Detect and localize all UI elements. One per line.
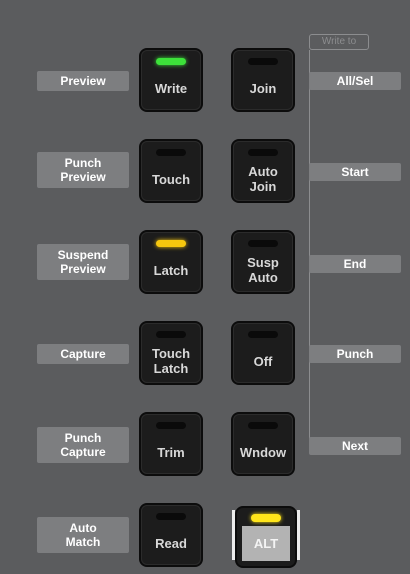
write-button[interactable]: Write: [141, 50, 201, 110]
label-punch-capture: Punch Capture: [37, 427, 129, 463]
alt-button-label: ALT: [242, 526, 290, 561]
write-led-icon: [156, 58, 186, 65]
alt-button[interactable]: ALT: [237, 508, 295, 566]
write-to-all-sel-button[interactable]: All/Sel: [309, 72, 401, 90]
touch-button[interactable]: Touch: [141, 141, 201, 201]
auto-join-led-icon: [248, 149, 278, 156]
off-button-label: Off: [253, 353, 273, 369]
write-to-punch-button[interactable]: Punch: [309, 345, 401, 363]
write-to-header: Write to: [309, 34, 369, 50]
automation-panel: Preview Punch Preview Suspend Preview Ca…: [0, 0, 410, 574]
write-to-end-button[interactable]: End: [309, 255, 401, 273]
trim-button[interactable]: Trim: [141, 414, 201, 474]
touch-latch-led-icon: [156, 331, 186, 338]
latch-button[interactable]: Latch: [141, 232, 201, 292]
trim-button-label: Trim: [157, 444, 185, 460]
wndow-led-icon: [248, 422, 278, 429]
touch-latch-button-label: Touch Latch: [151, 346, 191, 376]
susp-auto-button-label: Susp Auto: [247, 255, 279, 285]
label-capture: Capture: [37, 344, 129, 364]
label-preview: Preview: [37, 71, 129, 91]
auto-join-button[interactable]: Auto Join: [233, 141, 293, 201]
touch-led-icon: [156, 149, 186, 156]
susp-auto-led-icon: [248, 240, 278, 247]
alt-led-icon: [251, 514, 281, 522]
susp-auto-button[interactable]: Susp Auto: [233, 232, 293, 292]
latch-button-label: Latch: [153, 262, 189, 278]
label-auto-match: Auto Match: [37, 517, 129, 553]
write-button-label: Write: [154, 80, 188, 96]
auto-join-button-label: Auto Join: [248, 164, 278, 194]
join-button[interactable]: Join: [233, 50, 293, 110]
off-led-icon: [248, 331, 278, 338]
read-button[interactable]: Read: [141, 505, 201, 565]
join-button-label: Join: [249, 80, 277, 96]
read-led-icon: [156, 513, 186, 520]
wndow-button-label: Wndow: [239, 444, 287, 460]
touch-button-label: Touch: [151, 171, 191, 187]
label-suspend-preview: Suspend Preview: [37, 244, 129, 280]
read-button-label: Read: [155, 535, 187, 551]
write-to-divider: [309, 50, 310, 447]
alt-frame-left-bar: [232, 510, 235, 560]
wndow-button[interactable]: Wndow: [233, 414, 293, 474]
write-to-next-button[interactable]: Next: [309, 437, 401, 455]
touch-latch-button[interactable]: Touch Latch: [141, 323, 201, 383]
alt-frame-right-bar: [297, 510, 300, 560]
join-led-icon: [248, 58, 278, 65]
label-punch-preview: Punch Preview: [37, 152, 129, 188]
off-button[interactable]: Off: [233, 323, 293, 383]
write-to-start-button[interactable]: Start: [309, 163, 401, 181]
trim-led-icon: [156, 422, 186, 429]
latch-led-icon: [156, 240, 186, 247]
